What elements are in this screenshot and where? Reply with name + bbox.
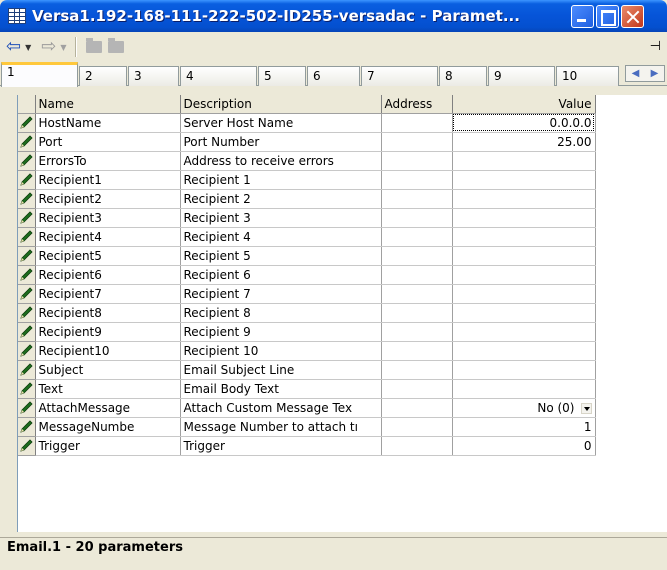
tab-2[interactable]: 2	[79, 66, 127, 86]
minimize-button[interactable]	[571, 5, 594, 28]
tab-6[interactable]: 6	[307, 66, 360, 86]
tab-1[interactable]: 1	[1, 62, 78, 87]
chevron-left-icon[interactable]: ◀	[632, 68, 640, 79]
chevron-down-icon: ▼	[60, 42, 67, 52]
maximize-button[interactable]	[596, 5, 619, 28]
folder-up-icon[interactable]	[85, 38, 102, 53]
forward-arrow-icon: ⇨	[41, 36, 57, 57]
folder-icon[interactable]	[107, 38, 124, 53]
grid-frame	[17, 95, 667, 532]
toolbar-separator	[74, 37, 76, 57]
tab-9[interactable]: 9	[488, 66, 555, 86]
tab-scroll-buttons[interactable]: ◀ ▶	[625, 65, 665, 82]
chevron-right-icon[interactable]: ▶	[651, 68, 659, 79]
tab-5[interactable]: 5	[258, 66, 306, 86]
window-title: Versa1.192-168-111-222-502-ID255-versada…	[32, 7, 520, 25]
back-arrow-icon: ⇦	[6, 36, 22, 57]
forward-button[interactable]: ⇨ ▼	[31, 36, 66, 58]
tab-3[interactable]: 3	[128, 66, 179, 86]
pin-icon[interactable]: ⊣	[650, 39, 661, 54]
table-icon	[8, 8, 26, 24]
tab-7[interactable]: 7	[361, 66, 438, 86]
close-button[interactable]	[621, 5, 644, 28]
tab-4[interactable]: 4	[180, 66, 257, 86]
tab-8[interactable]: 8	[439, 66, 487, 86]
title-bar[interactable]: Versa1.192-168-111-222-502-ID255-versada…	[0, 0, 667, 32]
tab-strip: 1 2 3 4 5 6 7 8 9 10 ◀ ▶	[0, 62, 667, 87]
back-button[interactable]: ⇦ ▼	[0, 36, 31, 58]
toolbar: ⇦ ▼ ⇨ ▼ ⊣	[0, 32, 667, 62]
tab-10[interactable]: 10	[556, 66, 619, 86]
status-text: Email.1 - 20 parameters	[7, 540, 183, 555]
